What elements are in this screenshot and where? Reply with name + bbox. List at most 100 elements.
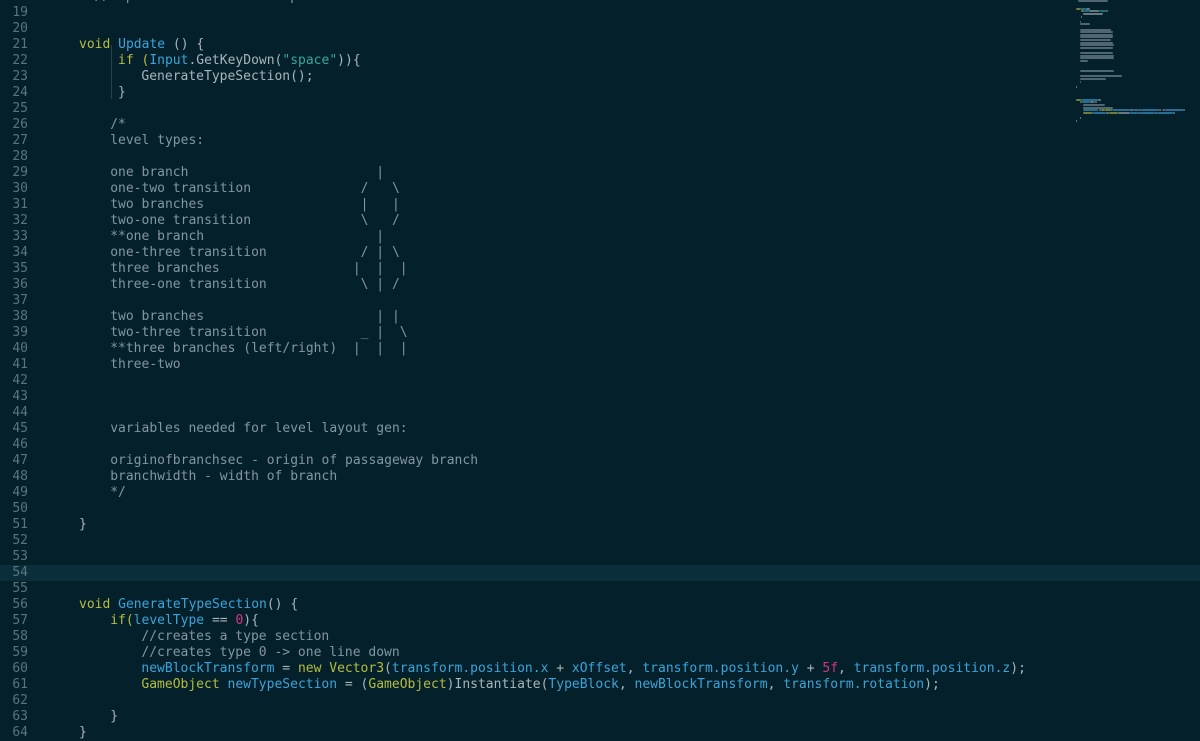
code-token: GenerateTypeSection [118,597,267,612]
line-number: 48 [12,469,28,484]
line-number: 40 [12,341,28,356]
code-line[interactable]: 48 branchwidth - width of branch [0,469,1200,485]
code-line[interactable]: 41 three-two [0,357,1200,373]
code-text: //creates a type section [141,629,329,645]
line-number: 43 [12,389,28,404]
code-token: , [626,661,643,676]
code-token: () { [266,597,299,612]
code-line[interactable]: 32 two-one transition \ / [0,213,1200,229]
code-line[interactable]: 29 one branch | [0,165,1200,181]
code-line[interactable]: 57 if(levelType == 0){ [0,613,1200,629]
code-line[interactable]: 38 two branches | | [0,309,1200,325]
code-line[interactable]: 43 [0,389,1200,405]
code-line[interactable]: 60 newBlockTransform = new Vector3(transf… [0,661,1200,677]
code-token: /* [110,117,126,132]
code-line[interactable]: 47 originofbranchsec - origin of passagew… [0,453,1200,469]
line-number: 42 [12,373,28,388]
code-line[interactable]: 51} [0,517,1200,533]
code-line[interactable]: 49 */ [0,485,1200,501]
code-token: new [297,661,330,676]
code-line[interactable]: 59 //creates type 0 -> one line down [0,645,1200,661]
line-number: 38 [12,309,28,324]
code-line[interactable]: 56 void GenerateTypeSection() { [0,597,1200,613]
code-line[interactable]: 20 [0,21,1200,37]
code-line[interactable]: 28 [0,149,1200,165]
line-number: 20 [12,21,28,36]
code-text: if(levelType == 0){ [110,613,259,629]
code-line[interactable]: 33 **one branch | [0,229,1200,245]
code-line[interactable]: 40 **three branches (left/right) | | | [0,341,1200,357]
code-line[interactable]: 31 two branches | | [0,197,1200,213]
code-token: branchwidth - width of branch [110,469,338,484]
code-line[interactable]: 22 if (Input.GetKeyDown("space")){ [0,53,1200,69]
code-token: levelType [133,613,205,628]
code-text: void GenerateTypeSection() { [79,597,298,613]
line-number: 54 [12,565,28,580]
minimap-line [1079,57,1114,60]
code-token: Input [149,53,189,68]
code-text: } [118,85,126,101]
code-line[interactable]: 26 /* [0,117,1200,133]
code-text: one-two transition / \ [110,181,400,197]
code-text: GenerateTypeSection(); [141,69,313,85]
code-line[interactable]: 58 //creates a type section [0,629,1200,645]
code-line[interactable]: 27 level types: [0,133,1200,149]
minimap-line [1173,111,1175,114]
line-number: 55 [12,581,28,596]
code-line[interactable]: 63} [0,709,1200,725]
line-number: 52 [12,533,28,548]
code-token: GameObject [141,677,220,692]
code-line[interactable]: 62 [0,693,1200,709]
code-line[interactable]: 55 [0,581,1200,597]
code-line[interactable]: 25 [0,101,1200,117]
code-line[interactable]: 46 [0,437,1200,453]
code-line[interactable]: 21 void Update () { [0,37,1200,53]
line-number: 24 [12,85,28,100]
minimap-line [1083,104,1105,106]
code-token: three-one transition \ | / [110,277,400,292]
code-line[interactable]: 34 one-three transition / | \ [0,245,1200,261]
code-line[interactable]: 19 [0,5,1200,21]
code-line[interactable]: 35 three branches | | | [0,261,1200,277]
line-number: 61 [12,677,28,692]
code-line[interactable]: 24} [0,85,1200,101]
code-line[interactable]: 61 GameObject newTypeSection = (GameObjec… [0,677,1200,693]
line-number: 37 [12,293,28,308]
code-line[interactable]: 23 GenerateTypeSection(); [0,69,1200,85]
code-area[interactable]: 18// Update is called once per frame1920… [0,0,1200,741]
code-text: } [79,517,87,533]
code-line[interactable]: 45 variables needed for level layout gen: [0,421,1200,437]
line-number: 23 [12,69,28,84]
code-line[interactable]: 42 [0,373,1200,389]
minimap-line [1157,111,1174,114]
code-text: branchwidth - width of branch [110,469,337,485]
code-text: **three branches (left/right) | | | [110,341,407,357]
minimap[interactable] [1076,0,1196,130]
minimap-line [1083,13,1103,15]
line-number: 25 [12,101,28,116]
code-text: //creates type 0 -> one line down [141,645,399,661]
code-line[interactable]: 37 [0,293,1200,309]
code-token: newBlockTransform [634,677,768,692]
line-number: 60 [12,661,28,676]
code-line[interactable]: 36 three-one transition \ | / [0,277,1200,293]
line-number: 31 [12,197,28,212]
code-token: } [79,725,87,740]
code-text: variables needed for level layout gen: [110,421,407,437]
indent-guide [111,45,112,99]
code-line[interactable]: 52 [0,533,1200,549]
code-line[interactable]: 50 [0,501,1200,517]
code-text: one branch | [110,165,384,181]
code-line[interactable]: 30 one-two transition / \ [0,181,1200,197]
minimap-line [1076,85,1077,88]
code-editor[interactable]: 18// Update is called once per frame1920… [0,0,1200,741]
minimap-line [1079,46,1113,49]
code-token: three-two [110,357,181,372]
code-text: two-one transition \ / [110,213,400,229]
code-line[interactable]: 39 two-three transition _ | \ [0,325,1200,341]
code-line[interactable]: 54 [0,565,1200,581]
code-line[interactable]: 44 [0,405,1200,421]
code-line[interactable]: 53 [0,549,1200,565]
minimap-line [1080,15,1082,18]
code-token: xOffset [571,661,627,676]
